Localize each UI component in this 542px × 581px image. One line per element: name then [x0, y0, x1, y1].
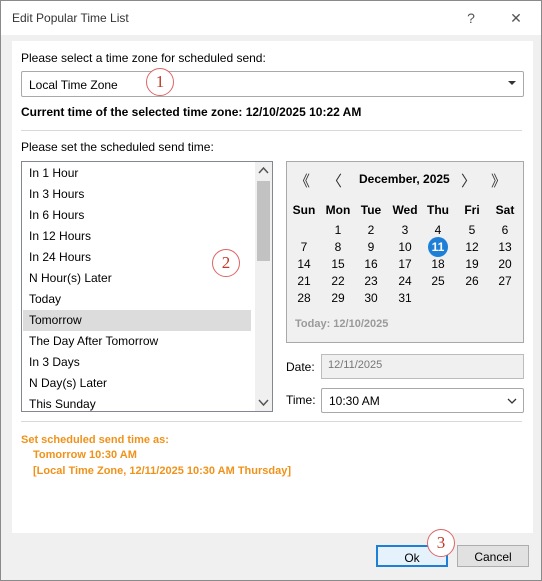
summary-heading: Set scheduled send time as: — [21, 434, 169, 446]
calendar-day[interactable]: 18 — [421, 256, 455, 272]
calendar-day[interactable]: 14 — [287, 256, 321, 272]
weekday-header: Fri — [464, 203, 480, 217]
weekday-header: Wed — [392, 203, 418, 217]
date-field-value: 12/11/2025 — [328, 359, 383, 371]
list-item[interactable]: In 6 Hours — [23, 205, 251, 226]
step-marker-2: 2 — [212, 249, 240, 277]
list-item[interactable]: This Sunday — [23, 394, 251, 411]
next-month-icon[interactable]: 〉 — [461, 170, 476, 191]
step-marker-1: 1 — [146, 68, 174, 96]
list-item[interactable]: In 3 Days — [23, 352, 251, 373]
calendar-day[interactable]: 8 — [321, 239, 355, 255]
calendar-day[interactable]: 1 — [321, 222, 355, 238]
calendar-day[interactable]: 28 — [287, 290, 321, 306]
summary-relative-time: Tomorrow 10:30 AM — [33, 449, 137, 461]
weekday-header: Tue — [360, 203, 382, 217]
prev-month-icon[interactable]: 〈 — [327, 170, 342, 191]
calendar-day[interactable]: 29 — [321, 290, 355, 306]
calendar-day[interactable]: 21 — [287, 273, 321, 289]
timezone-select-value: Local Time Zone — [29, 78, 118, 92]
calendar-day[interactable]: 11 — [421, 239, 455, 255]
calendar-day[interactable]: 12 — [455, 239, 489, 255]
scroll-up-icon[interactable] — [258, 166, 269, 176]
calendar-day[interactable]: 22 — [321, 273, 355, 289]
calendar-day[interactable]: 4 — [421, 222, 455, 238]
list-scrollbar[interactable] — [255, 162, 272, 411]
list-item[interactable]: In 12 Hours — [23, 226, 251, 247]
time-select[interactable]: 10:30 AM — [321, 388, 524, 413]
time-label: Time: — [286, 393, 316, 407]
calendar-day[interactable]: 20 — [488, 256, 522, 272]
title-bar: Edit Popular Time List ? ✕ — [1, 1, 541, 35]
calendar-day[interactable]: 5 — [455, 222, 489, 238]
help-icon[interactable]: ? — [459, 8, 483, 28]
calendar-day[interactable]: 19 — [455, 256, 489, 272]
separator — [21, 130, 522, 131]
weekday-header: Mon — [325, 203, 351, 217]
calendar-day[interactable]: 26 — [455, 273, 489, 289]
next-year-icon[interactable]: 》 — [491, 170, 506, 191]
schedule-prompt: Please set the scheduled send time: — [21, 140, 214, 154]
calendar-day[interactable]: 9 — [354, 239, 388, 255]
summary-absolute-time: [Local Time Zone, 12/11/2025 10:30 AM Th… — [33, 465, 291, 477]
timezone-prompt: Please select a time zone for scheduled … — [21, 51, 266, 65]
date-field: 12/11/2025 — [321, 354, 524, 379]
current-time-label: Current time of the selected time zone: … — [21, 105, 362, 119]
calendar-day[interactable]: 2 — [354, 222, 388, 238]
list-item[interactable]: N Day(s) Later — [23, 373, 251, 394]
step-marker-3: 3 — [427, 529, 455, 557]
separator — [21, 421, 522, 422]
window-title: Edit Popular Time List — [12, 11, 129, 25]
list-item[interactable]: Tomorrow — [23, 310, 251, 331]
prev-year-icon[interactable]: 《 — [295, 170, 310, 191]
cancel-button[interactable]: Cancel — [457, 545, 529, 567]
calendar-day[interactable]: 6 — [488, 222, 522, 238]
calendar-day[interactable]: 27 — [488, 273, 522, 289]
calendar-day[interactable]: 25 — [421, 273, 455, 289]
weekday-header: Sun — [292, 203, 316, 217]
list-item[interactable]: Today — [23, 289, 251, 310]
list-item[interactable]: The Day After Tomorrow — [23, 331, 251, 352]
weekday-header: Sat — [495, 203, 515, 217]
scroll-down-icon[interactable] — [258, 397, 269, 407]
calendar-day[interactable]: 24 — [388, 273, 422, 289]
calendar-day[interactable]: 16 — [354, 256, 388, 272]
list-item[interactable]: In 1 Hour — [23, 163, 251, 184]
schedule-time-list[interactable]: In 1 Hour In 3 Hours In 6 Hours In 12 Hours… — [21, 161, 273, 412]
calendar-month-label: December, 2025 — [359, 172, 450, 186]
calendar: 《 〈 December, 2025 〉 》 Sun Mon Tue Wed Thu Fr… — [286, 161, 524, 343]
calendar-day[interactable]: 31 — [388, 290, 422, 306]
calendar-day[interactable]: 10 — [388, 239, 422, 255]
calendar-day[interactable]: 30 — [354, 290, 388, 306]
chevron-down-icon — [508, 81, 516, 85]
calendar-day[interactable]: 7 — [287, 239, 321, 255]
list-item[interactable]: In 3 Hours — [23, 184, 251, 205]
timezone-select[interactable]: Local Time Zone — [21, 71, 524, 97]
calendar-day[interactable]: 17 — [388, 256, 422, 272]
calendar-day[interactable]: 15 — [321, 256, 355, 272]
scrollbar-thumb[interactable] — [257, 181, 270, 261]
chevron-down-icon — [507, 398, 517, 404]
time-select-value: 10:30 AM — [329, 394, 380, 408]
edit-popular-time-list-dialog: Edit Popular Time List ? ✕ Please select… — [0, 0, 542, 581]
close-icon[interactable]: ✕ — [504, 8, 528, 28]
date-label: Date: — [286, 360, 315, 374]
weekday-header: Thu — [427, 203, 449, 217]
calendar-today-label[interactable]: Today: 12/10/2025 — [295, 318, 388, 330]
calendar-day[interactable]: 3 — [388, 222, 422, 238]
calendar-day[interactable]: 13 — [488, 239, 522, 255]
calendar-day[interactable]: 23 — [354, 273, 388, 289]
